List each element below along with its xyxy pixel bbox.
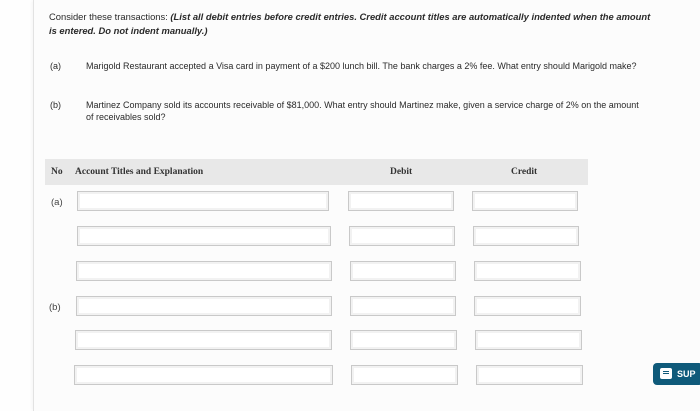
header-account: Account Titles and Explanation	[75, 167, 204, 177]
account-title-input[interactable]	[77, 191, 329, 211]
debit-input[interactable]	[350, 296, 456, 316]
credit-input[interactable]	[473, 226, 579, 246]
account-title-input[interactable]	[75, 330, 332, 350]
instructions: Consider these transactions: (List all d…	[49, 10, 659, 38]
credit-input[interactable]	[475, 330, 582, 350]
row-label: (a)	[51, 197, 63, 208]
credit-input[interactable]	[474, 296, 581, 316]
chat-icon	[660, 368, 672, 379]
debit-input[interactable]	[351, 365, 458, 385]
question-text: Marigold Restaurant accepted a Visa card…	[86, 61, 637, 71]
debit-input[interactable]	[350, 330, 457, 350]
credit-input[interactable]	[476, 365, 583, 385]
account-title-input[interactable]	[74, 365, 333, 385]
instructions-lead: Consider these transactions:	[49, 11, 171, 22]
question-text: Martinez Company sold its accounts recei…	[86, 100, 639, 122]
debit-input[interactable]	[349, 226, 455, 246]
account-title-input[interactable]	[76, 261, 332, 281]
credit-input[interactable]	[474, 261, 581, 281]
debit-input[interactable]	[348, 191, 454, 211]
header-credit: Credit	[511, 167, 538, 177]
question-label: (b)	[50, 100, 61, 110]
header-no: No	[51, 167, 63, 177]
table-header: No Account Titles and Explanation Debit …	[45, 159, 588, 185]
row-label: (b)	[49, 302, 61, 313]
credit-input[interactable]	[472, 191, 578, 211]
question-label: (a)	[50, 61, 61, 71]
debit-input[interactable]	[350, 261, 456, 281]
support-button[interactable]: SUP	[653, 363, 700, 385]
account-title-input[interactable]	[77, 226, 331, 246]
header-debit: Debit	[390, 167, 413, 177]
support-label: SUP	[677, 369, 696, 379]
account-title-input[interactable]	[76, 296, 332, 316]
